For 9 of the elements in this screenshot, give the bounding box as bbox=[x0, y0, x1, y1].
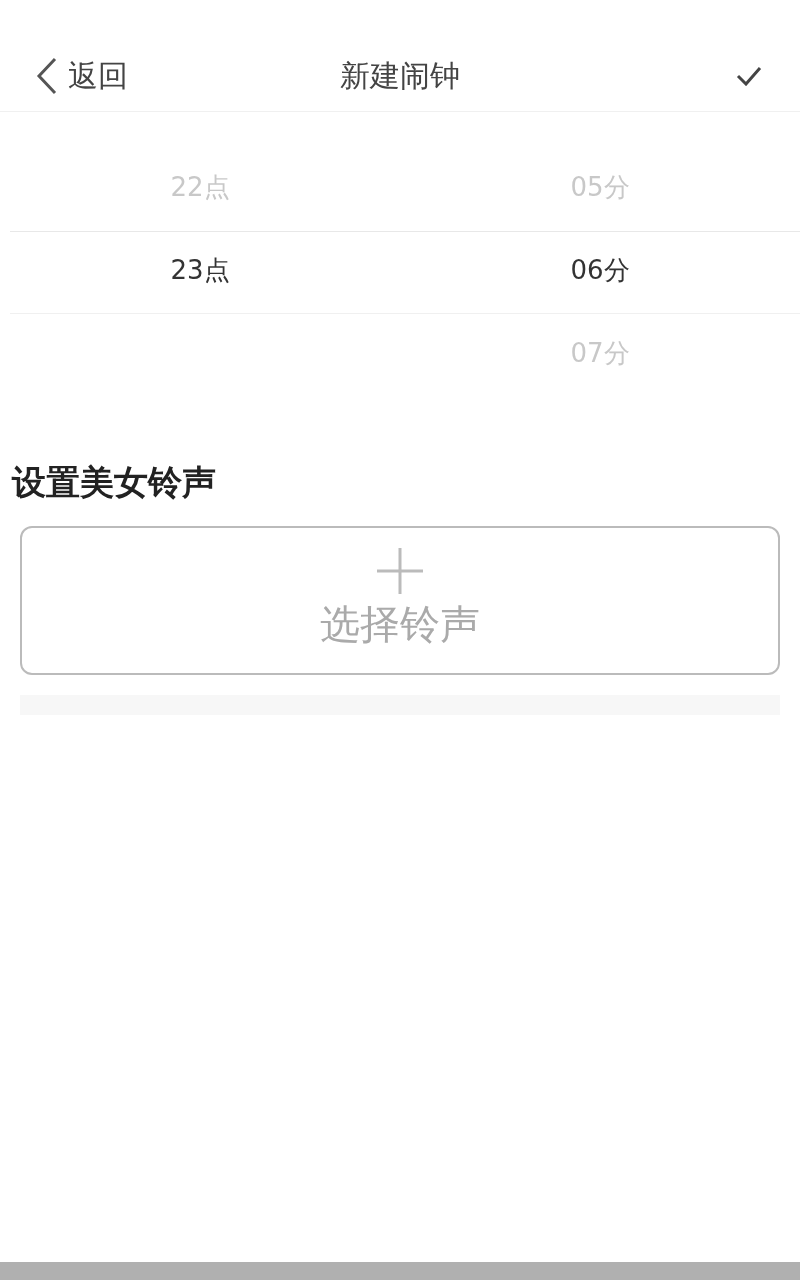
back-button[interactable]: 返回 bbox=[36, 53, 128, 98]
page-title: 新建闹钟 bbox=[339, 57, 461, 95]
picker-option[interactable]: 06分 bbox=[570, 251, 630, 290]
back-icon bbox=[36, 56, 58, 95]
section-heading: 设置美女铃声 bbox=[12, 461, 217, 504]
checkmark-icon bbox=[736, 65, 762, 86]
picker-option[interactable]: 23点 bbox=[170, 251, 230, 290]
select-ringtone-button[interactable]: 选择铃声 bbox=[20, 526, 780, 675]
plus-icon bbox=[377, 547, 423, 594]
